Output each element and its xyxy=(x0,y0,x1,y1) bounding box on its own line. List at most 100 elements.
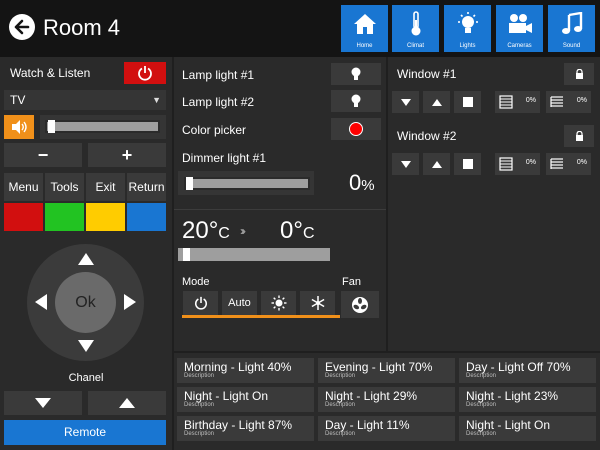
scene-button[interactable]: Day - Light Off 70% Description xyxy=(459,358,596,383)
fan-button[interactable] xyxy=(341,291,379,318)
remote-button[interactable]: Remote xyxy=(4,420,166,445)
scene-title: Evening - Light 70% xyxy=(325,360,433,374)
nav-sound-label: Sound xyxy=(562,43,581,49)
media-title: Watch & Listen xyxy=(10,66,91,80)
color-picker-button[interactable] xyxy=(331,118,381,140)
window-2-blind-button[interactable]: 0% xyxy=(546,153,591,175)
menu-button[interactable]: Menu xyxy=(4,173,43,201)
scene-description: Description xyxy=(184,402,215,408)
window-1-lock-button[interactable] xyxy=(564,63,594,85)
blue-key-button[interactable] xyxy=(127,203,166,231)
window-2-up-button[interactable] xyxy=(423,153,450,175)
temperature-thumb[interactable] xyxy=(183,248,190,261)
power-icon xyxy=(194,296,207,310)
scene-description: Description xyxy=(466,402,497,408)
scene-description: Description xyxy=(325,431,356,437)
mode-heat-button[interactable] xyxy=(261,291,296,315)
scene-title: Night - Light On xyxy=(184,389,269,403)
mute-button[interactable] xyxy=(4,115,34,139)
back-button[interactable] xyxy=(9,14,35,40)
window-1-down-button[interactable] xyxy=(392,91,419,113)
window-1-stop-button[interactable] xyxy=(454,91,481,113)
media-power-button[interactable] xyxy=(124,62,166,84)
triangle-up-icon xyxy=(431,98,442,106)
page-title: Room 4 xyxy=(43,15,121,40)
return-button[interactable]: Return xyxy=(127,173,166,201)
volume-down-button[interactable]: − xyxy=(4,143,82,167)
window-2-shutter-button[interactable]: 0% xyxy=(495,153,540,175)
scene-button[interactable]: Day - Light 11% Description xyxy=(318,416,455,441)
lamp-1-toggle[interactable] xyxy=(331,63,381,85)
scene-description: Description xyxy=(184,373,215,379)
camera-icon xyxy=(496,10,543,38)
nav-cameras-button[interactable]: Cameras xyxy=(496,5,543,52)
arrow-down-icon[interactable] xyxy=(77,339,95,353)
speaker-icon xyxy=(12,120,27,134)
window-2-stop-button[interactable] xyxy=(454,153,481,175)
thermometer-icon xyxy=(392,10,439,38)
temperature-slider[interactable] xyxy=(178,248,330,261)
window-1-up-button[interactable] xyxy=(423,91,450,113)
music-icon xyxy=(548,10,595,38)
mode-power-button[interactable] xyxy=(183,291,218,315)
arrow-right-icon[interactable] xyxy=(123,293,137,311)
stop-icon xyxy=(462,159,473,169)
window-2-down-button[interactable] xyxy=(392,153,419,175)
exit-button[interactable]: Exit xyxy=(86,173,125,201)
window-1-shutter-button[interactable]: 0% xyxy=(495,91,540,113)
scene-button[interactable]: Birthday - Light 87% Description xyxy=(177,416,314,441)
scene-title: Night - Light 29% xyxy=(325,389,418,403)
lights-climate-panel: Lamp light #1 Lamp light #2 Color picker… xyxy=(174,57,386,351)
scene-button[interactable]: Night - Light On Description xyxy=(459,416,596,441)
header-bar: Room 4 Home Climat Lights Cameras Sound xyxy=(0,0,600,57)
scene-button[interactable]: Night - Light On Description xyxy=(177,387,314,412)
red-key-button[interactable] xyxy=(4,203,43,231)
window-1-blind-button[interactable]: 0% xyxy=(546,91,591,113)
mode-active-bar xyxy=(182,315,340,318)
nav-lights-button[interactable]: Lights xyxy=(444,5,491,52)
fan-icon xyxy=(352,296,368,313)
source-select-value: TV xyxy=(10,93,26,107)
color-picker-label: Color picker xyxy=(182,123,247,137)
channel-up-button[interactable] xyxy=(88,391,166,415)
mode-cool-button[interactable] xyxy=(300,291,335,315)
mode-auto-button[interactable]: Auto xyxy=(222,291,257,315)
scene-button[interactable]: Night - Light 23% Description xyxy=(459,387,596,412)
arrow-left-icon[interactable] xyxy=(34,293,48,311)
nav-home-button[interactable]: Home xyxy=(341,5,388,52)
green-key-button[interactable] xyxy=(45,203,84,231)
ok-button[interactable]: Ok xyxy=(55,272,116,333)
volume-up-button[interactable]: + xyxy=(88,143,166,167)
source-select[interactable]: TV ▼ xyxy=(4,90,166,110)
scene-description: Description xyxy=(325,373,356,379)
window-2-lock-button[interactable] xyxy=(564,125,594,147)
triangle-up-icon xyxy=(119,398,135,408)
dimmer-slider[interactable] xyxy=(178,171,314,195)
scene-button[interactable]: Evening - Light 70% Description xyxy=(318,358,455,383)
triangle-down-icon xyxy=(35,398,51,408)
scene-title: Day - Light Off 70% xyxy=(466,360,571,374)
tools-button[interactable]: Tools xyxy=(45,173,84,201)
scene-button[interactable]: Night - Light 29% Description xyxy=(318,387,455,412)
media-panel: Watch & Listen TV ▼ − + Menu Tools Exit … xyxy=(0,57,172,450)
nav-climat-button[interactable]: Climat xyxy=(392,5,439,52)
fan-label: Fan xyxy=(342,276,361,288)
lock-icon xyxy=(575,131,583,141)
arrow-up-icon[interactable] xyxy=(77,252,95,266)
dimmer-thumb[interactable] xyxy=(186,177,193,190)
power-icon xyxy=(138,66,152,81)
volume-slider[interactable] xyxy=(40,115,166,139)
volume-thumb[interactable] xyxy=(48,120,55,133)
window-2-label: Window #2 xyxy=(397,129,457,143)
scene-title: Birthday - Light 87% xyxy=(184,418,293,432)
nav-sound-button[interactable]: Sound xyxy=(548,5,595,52)
scene-button[interactable]: Morning - Light 40% Description xyxy=(177,358,314,383)
channel-down-button[interactable] xyxy=(4,391,82,415)
lamp-2-toggle[interactable] xyxy=(331,90,381,112)
stop-icon xyxy=(462,97,473,107)
lightbulb-icon xyxy=(351,94,361,107)
scene-title: Night - Light 23% xyxy=(466,389,559,403)
current-temperature: 20°C xyxy=(182,217,230,245)
yellow-key-button[interactable] xyxy=(86,203,125,231)
chevron-down-icon: ▼ xyxy=(152,95,161,105)
